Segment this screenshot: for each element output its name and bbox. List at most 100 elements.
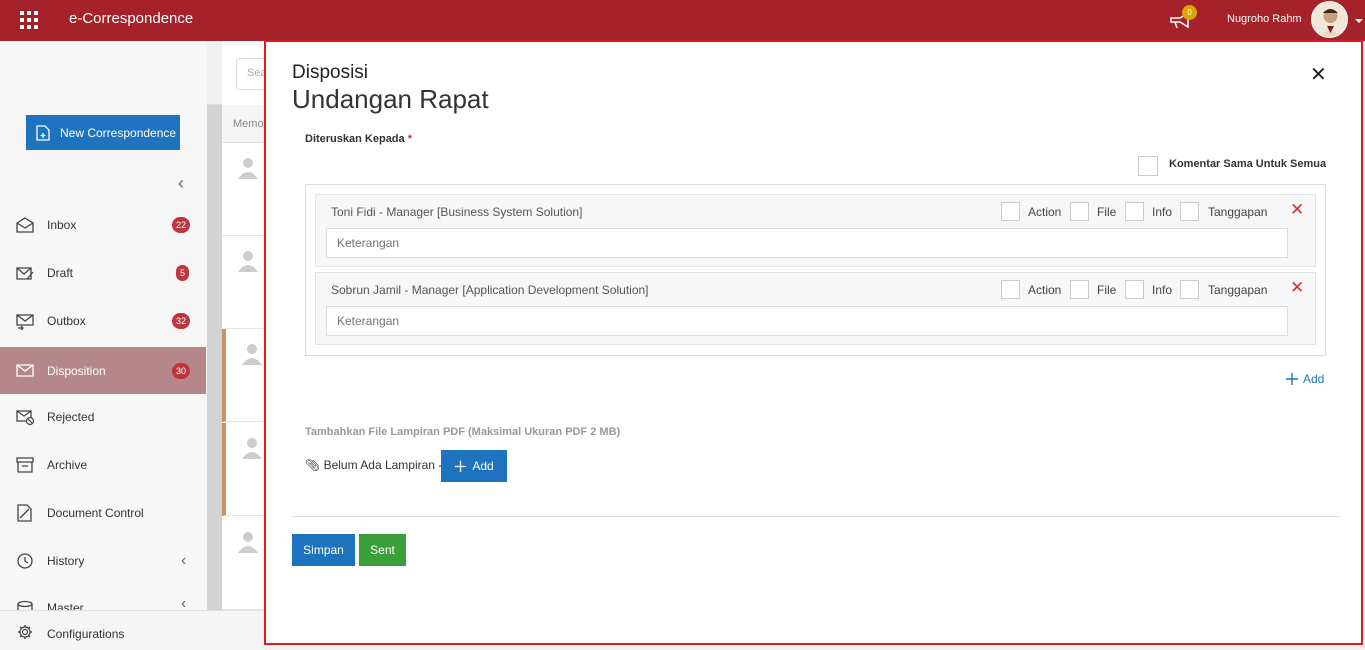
outbox-icon: [16, 313, 34, 330]
history-icon: [17, 552, 33, 569]
list-item[interactable]: [222, 329, 266, 422]
forward-to-text: Diteruskan Kepada: [305, 133, 405, 145]
archive-icon: [16, 456, 34, 473]
sidebar-item-history[interactable]: History ‹: [0, 537, 206, 584]
sidebar-item-rejected[interactable]: Rejected: [0, 393, 206, 440]
draft-count-badge: 5: [176, 264, 189, 281]
action-label: Action: [1028, 205, 1062, 219]
file-label: File: [1097, 283, 1117, 297]
avatar: [238, 532, 258, 553]
keterangan-input[interactable]: [326, 228, 1288, 258]
attachment-label: Tambahkan File Lampiran PDF (Maksimal Uk…: [305, 426, 621, 438]
configurations-label: Configurations: [47, 627, 125, 641]
list-item[interactable]: [222, 423, 266, 516]
action-checkbox[interactable]: [1001, 280, 1020, 299]
list-header: Memo: [222, 105, 266, 143]
action-checkbox[interactable]: [1001, 202, 1020, 221]
info-label: Info: [1152, 283, 1173, 297]
recipient-row: Sobrun Jamil - Manager [Application Deve…: [315, 272, 1316, 345]
app-title: e-Correspondence: [69, 10, 194, 27]
outbox-count-badge: 32: [172, 312, 190, 329]
divider: [292, 516, 1340, 517]
sent-button[interactable]: Sent: [359, 534, 406, 566]
sidebar-item-label: Inbox: [47, 217, 77, 232]
gear-icon: [18, 625, 32, 639]
tanggapan-checkbox[interactable]: [1180, 280, 1199, 299]
sidebar-item-label: Rejected: [47, 409, 95, 424]
file-label: File: [1097, 205, 1117, 219]
info-label: Info: [1152, 205, 1173, 219]
sidebar-item-archive[interactable]: Archive: [0, 441, 206, 488]
disposition-count-badge: 30: [172, 362, 190, 379]
tanggapan-label: Tanggapan: [1208, 283, 1268, 297]
recipient-name: Toni Fidi - Manager [Business System Sol…: [331, 205, 583, 219]
sidebar-item-label: Archive: [47, 457, 88, 472]
sidebar-item-label: Document Control: [47, 505, 144, 520]
save-button[interactable]: Simpan: [292, 534, 355, 566]
sidebar-scrollbar[interactable]: [207, 105, 222, 650]
avatar: [242, 344, 262, 365]
apps-grid-icon[interactable]: [20, 11, 38, 29]
sidebar-item-label: Disposition: [47, 363, 106, 378]
modal-subtitle: Undangan Rapat: [292, 84, 489, 114]
close-icon[interactable]: ✕: [1310, 62, 1327, 87]
info-checkbox[interactable]: [1125, 280, 1144, 299]
user-avatar[interactable]: [1311, 1, 1348, 38]
configurations-bar[interactable]: Configurations: [0, 610, 265, 650]
remove-recipient-icon[interactable]: ✕: [1290, 200, 1304, 220]
avatar: [238, 158, 258, 179]
master-icon: [17, 600, 33, 610]
paperclip-icon: 📎︎: [305, 458, 321, 472]
remove-recipient-icon[interactable]: ✕: [1290, 278, 1304, 298]
top-bar: e-Correspondence 0 Nugroho Rahm: [0, 0, 1365, 41]
modal-title: Disposisi: [292, 62, 369, 83]
list-item[interactable]: [222, 236, 266, 329]
same-comment-checkbox[interactable]: [1138, 156, 1158, 176]
same-comment-label: Komentar Sama Untuk Semua: [1169, 158, 1327, 170]
forward-to-label: Diteruskan Kepada *: [305, 133, 412, 145]
avatar: [238, 251, 258, 272]
file-checkbox[interactable]: [1070, 202, 1089, 221]
recipient-name: Sobrun Jamil - Manager [Application Deve…: [331, 283, 649, 297]
sidebar-item-label: History: [47, 553, 85, 568]
add-attachment-button[interactable]: Add: [441, 450, 507, 482]
document-control-icon: [17, 503, 32, 522]
sidebar-item-label: Outbox: [47, 313, 86, 328]
sidebar-item-master[interactable]: Master ‹: [0, 585, 206, 610]
disposition-modal: Disposisi Undangan Rapat ✕ Diteruskan Ke…: [264, 40, 1363, 645]
required-mark: *: [407, 133, 412, 145]
inbox-count-badge: 22: [172, 216, 190, 233]
chevron-left-icon: ‹: [181, 595, 187, 610]
chevron-down-icon[interactable]: [1355, 19, 1363, 23]
new-correspondence-button[interactable]: New Correspondence: [26, 115, 180, 150]
keterangan-input[interactable]: [326, 306, 1288, 336]
list-item[interactable]: [222, 143, 266, 236]
inbox-icon: [16, 216, 34, 233]
sidebar-item-outbox[interactable]: Outbox 32: [0, 297, 206, 344]
add-attachment-label: Add: [472, 459, 494, 473]
user-name[interactable]: Nugroho Rahm: [1227, 13, 1302, 25]
notification-badge: 0: [1182, 5, 1197, 20]
list-column-header: Memo: [233, 118, 264, 130]
sidebar-item-label: Master: [47, 601, 84, 610]
sidebar: New Correspondence ‹ Inbox 22 Draft 5 Ou…: [0, 41, 222, 650]
sidebar-item-disposition[interactable]: Disposition 30: [0, 347, 206, 394]
plus-icon: [1286, 373, 1298, 385]
file-checkbox[interactable]: [1070, 280, 1089, 299]
new-document-icon: [36, 124, 50, 141]
tanggapan-label: Tanggapan: [1208, 205, 1268, 219]
sidebar-item-draft[interactable]: Draft 5: [0, 249, 206, 296]
info-checkbox[interactable]: [1125, 202, 1144, 221]
tanggapan-checkbox[interactable]: [1180, 202, 1199, 221]
add-recipient-button[interactable]: Add: [1285, 372, 1324, 386]
chevron-left-icon[interactable]: ‹: [178, 173, 184, 194]
new-correspondence-label: New Correspondence: [60, 125, 177, 140]
disposition-icon: [16, 363, 34, 377]
add-recipient-label: Add: [1303, 372, 1325, 386]
sidebar-item-document-control[interactable]: Document Control: [0, 489, 206, 536]
attachment-status-text: Belum Ada Lampiran -: [323, 458, 443, 472]
sidebar-item-label: Draft: [47, 265, 74, 280]
recipient-list: Toni Fidi - Manager [Business System Sol…: [305, 184, 1326, 356]
sidebar-item-inbox[interactable]: Inbox 22: [0, 201, 206, 248]
list-item[interactable]: [222, 517, 266, 610]
